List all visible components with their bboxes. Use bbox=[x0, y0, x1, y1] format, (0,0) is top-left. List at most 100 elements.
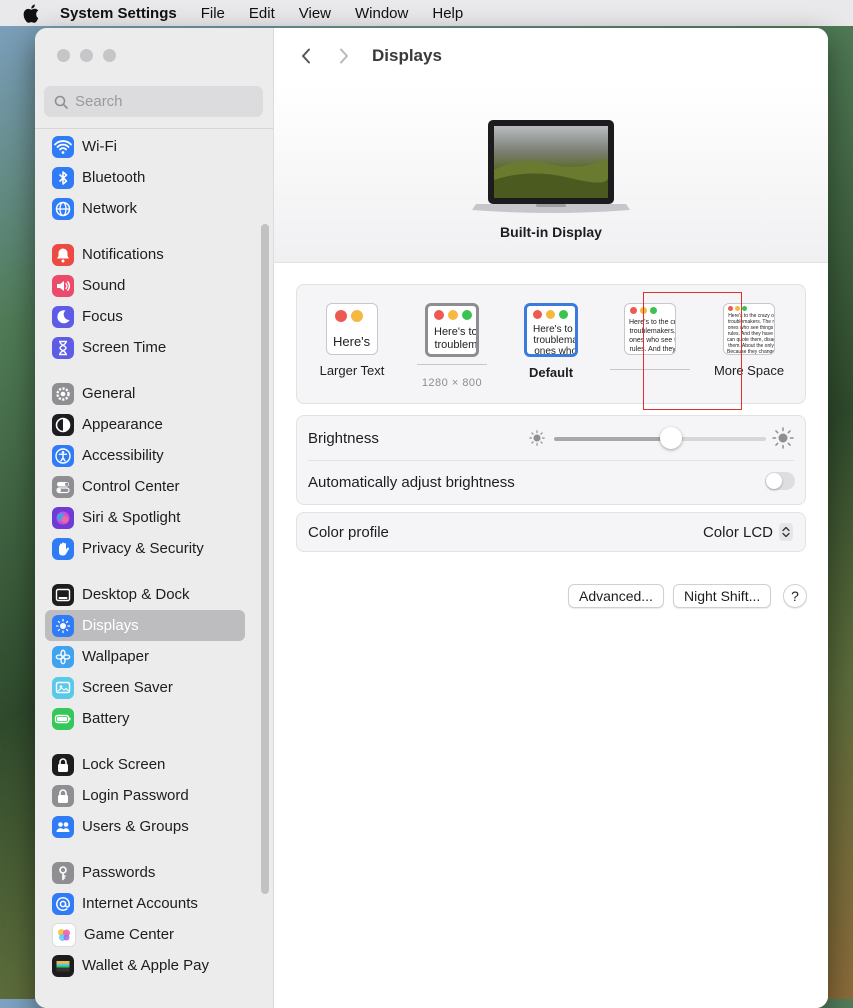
display-name: Built-in Display bbox=[500, 224, 602, 240]
sidebar-item-internet-accounts[interactable]: Internet Accounts bbox=[45, 888, 245, 919]
sidebar-item-label: Internet Accounts bbox=[82, 895, 198, 912]
apple-menu-icon[interactable] bbox=[20, 2, 42, 24]
game-center-icon bbox=[52, 922, 76, 947]
menu-file[interactable]: File bbox=[201, 5, 225, 22]
siri-icon bbox=[52, 506, 74, 529]
sidebar-item-displays[interactable]: Displays bbox=[45, 610, 245, 641]
sidebar-item-label: Login Password bbox=[82, 787, 189, 804]
sidebar-item-label: Privacy & Security bbox=[82, 540, 204, 557]
sidebar-item-network[interactable]: Network bbox=[45, 193, 245, 224]
sidebar-item-label: Sound bbox=[82, 277, 126, 294]
color-profile-label: Color profile bbox=[308, 523, 389, 541]
auto-brightness-toggle[interactable] bbox=[765, 472, 795, 490]
sidebar-item-label: Wi-Fi bbox=[82, 138, 117, 155]
sidebar-scrollbar[interactable] bbox=[261, 224, 269, 894]
back-button[interactable] bbox=[296, 46, 316, 66]
key-icon bbox=[52, 861, 74, 884]
selection-highlight bbox=[643, 292, 742, 410]
sun-large-icon bbox=[772, 427, 794, 449]
sidebar-item-passwords[interactable]: Passwords bbox=[45, 857, 245, 888]
sidebar-item-label: Lock Screen bbox=[82, 756, 166, 773]
sidebar-item-label: Focus bbox=[82, 308, 123, 325]
dock-icon bbox=[52, 583, 74, 606]
sidebar-item-screen-saver[interactable]: Screen Saver bbox=[45, 672, 245, 703]
preview-text: Here's bbox=[333, 334, 371, 349]
brightness-panel: Brightness Automatically adjust brightne… bbox=[296, 415, 806, 505]
sidebar-item-bluetooth[interactable]: Bluetooth bbox=[45, 162, 245, 193]
sidebar-item-privacy-security[interactable]: Privacy & Security bbox=[45, 533, 245, 564]
color-profile-panel: Color profile Color LCD bbox=[296, 512, 806, 552]
sidebar-item-sound[interactable]: Sound bbox=[45, 270, 245, 301]
lock-icon bbox=[52, 753, 74, 776]
main-pane: Displays Built-in Display Here's Larger … bbox=[274, 28, 828, 1008]
display-header: Built-in Display bbox=[274, 84, 828, 263]
battery-icon bbox=[52, 707, 74, 730]
sidebar-item-wi-fi[interactable]: Wi-Fi bbox=[45, 131, 245, 162]
settings-window: Search Wi-Fi Bluetooth Network Notification… bbox=[35, 28, 828, 1008]
sidebar-item-label: Screen Time bbox=[82, 339, 167, 356]
brightness-slider-knob[interactable] bbox=[659, 427, 682, 449]
sidebar-item-label: Screen Saver bbox=[82, 679, 173, 696]
zoom-button[interactable] bbox=[103, 49, 116, 62]
sidebar-divider bbox=[35, 128, 273, 129]
screensaver-icon bbox=[52, 676, 74, 699]
sidebar-item-label: Control Center bbox=[82, 478, 180, 495]
minimize-button[interactable] bbox=[80, 49, 93, 62]
menu-bar: System Settings File Edit View Window He… bbox=[0, 0, 853, 26]
sidebar-item-label: Wallet & Apple Pay bbox=[82, 957, 210, 974]
sidebar-item-desktop-dock[interactable]: Desktop & Dock bbox=[45, 579, 245, 610]
at-icon bbox=[52, 892, 74, 915]
preview-text: Here's to t troublema ones who bbox=[533, 324, 578, 357]
menu-window[interactable]: Window bbox=[355, 5, 408, 22]
sidebar-item-label: Accessibility bbox=[82, 447, 164, 464]
search-icon bbox=[54, 95, 68, 109]
resolution-option-1280x800[interactable]: Here's to troublem 1280 × 800 bbox=[407, 303, 497, 389]
sidebar-item-label: Desktop & Dock bbox=[82, 586, 190, 603]
sidebar-item-accessibility[interactable]: Accessibility bbox=[45, 440, 245, 471]
toggle-knob bbox=[766, 473, 782, 489]
window-controls bbox=[57, 49, 116, 62]
night-shift-button[interactable]: Night Shift... bbox=[673, 584, 772, 608]
menu-edit[interactable]: Edit bbox=[249, 5, 275, 22]
forward-button[interactable] bbox=[334, 46, 354, 66]
sidebar-item-lock-screen[interactable]: Lock Screen bbox=[45, 749, 245, 780]
sidebar-item-general[interactable]: General bbox=[45, 378, 245, 409]
close-button[interactable] bbox=[57, 49, 70, 62]
sidebar-item-login-password[interactable]: Login Password bbox=[45, 780, 245, 811]
sidebar-item-focus[interactable]: Focus bbox=[45, 301, 245, 332]
sidebar-item-screen-time[interactable]: Screen Time bbox=[45, 332, 245, 363]
appearance-icon bbox=[52, 413, 74, 436]
advanced-button[interactable]: Advanced... bbox=[568, 584, 664, 608]
search-field[interactable]: Search bbox=[44, 86, 263, 117]
sun-small-icon bbox=[529, 430, 545, 446]
accessibility-icon bbox=[52, 444, 74, 467]
help-button[interactable]: ? bbox=[783, 584, 807, 608]
brightness-label: Brightness bbox=[308, 429, 379, 447]
laptop-icon[interactable] bbox=[470, 118, 632, 223]
resolution-option-default[interactable]: Here's to t troublema ones who Default bbox=[506, 303, 596, 380]
resolution-option-larger-text[interactable]: Here's Larger Text bbox=[307, 303, 397, 378]
sidebar-item-battery[interactable]: Battery bbox=[45, 703, 245, 734]
sidebar-item-wallet-apple-pay[interactable]: Wallet & Apple Pay bbox=[45, 950, 245, 981]
sidebar-item-notifications[interactable]: Notifications bbox=[45, 239, 245, 270]
sidebar-item-control-center[interactable]: Control Center bbox=[45, 471, 245, 502]
preview-text: Here's to troublem bbox=[434, 326, 478, 351]
sidebar-item-wallpaper[interactable]: Wallpaper bbox=[45, 641, 245, 672]
sidebar-item-users-groups[interactable]: Users & Groups bbox=[45, 811, 245, 842]
chevron-left-icon bbox=[302, 48, 310, 64]
toolbar: Displays bbox=[274, 28, 828, 84]
sidebar-item-siri-spotlight[interactable]: Siri & Spotlight bbox=[45, 502, 245, 533]
menu-view[interactable]: View bbox=[299, 5, 331, 22]
brightness-slider[interactable] bbox=[554, 427, 766, 449]
sidebar: Search Wi-Fi Bluetooth Network Notification… bbox=[35, 28, 274, 1008]
auto-brightness-label: Automatically adjust brightness bbox=[308, 473, 515, 491]
sidebar-item-label: Battery bbox=[82, 710, 130, 727]
search-placeholder: Search bbox=[75, 93, 123, 110]
sidebar-item-label: Notifications bbox=[82, 246, 164, 263]
color-profile-popup[interactable]: Color LCD bbox=[703, 523, 793, 541]
brightness-row: Brightness bbox=[297, 416, 805, 460]
menu-app-name[interactable]: System Settings bbox=[60, 5, 177, 22]
sidebar-item-game-center[interactable]: Game Center bbox=[45, 919, 245, 950]
sidebar-item-appearance[interactable]: Appearance bbox=[45, 409, 245, 440]
menu-help[interactable]: Help bbox=[432, 5, 463, 22]
